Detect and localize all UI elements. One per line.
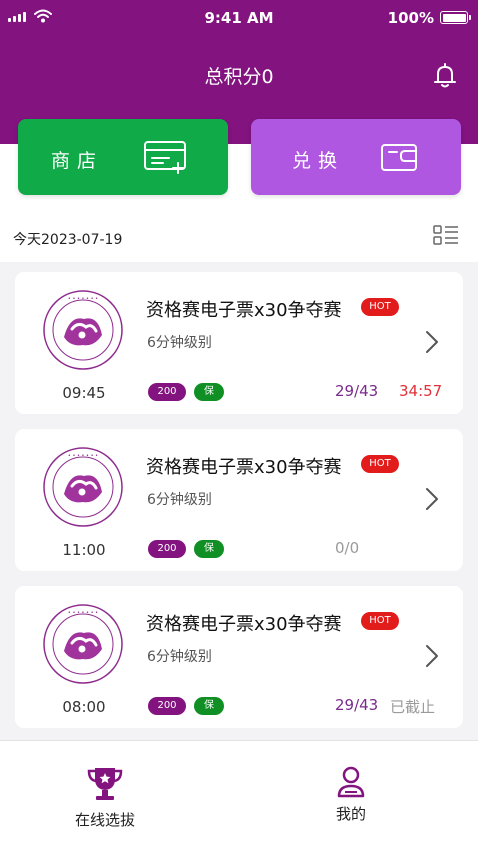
header: 总积分0 [0, 36, 478, 100]
chevron-right-icon [426, 331, 438, 353]
chevron-right-icon [426, 488, 438, 510]
level-label: 6分钟级别 [147, 335, 212, 351]
battery-icon [440, 11, 471, 24]
tab-bar: 在线选拔 我的 [0, 740, 478, 850]
exchange-button[interactable]: 兑换 [251, 119, 461, 195]
association-logo: • • • • • • • [43, 604, 123, 684]
action-tiles: 商店 兑换 [0, 100, 478, 212]
association-logo: • • • • • • • [43, 290, 123, 370]
date-label: 今天2023-07-19 [13, 232, 123, 248]
guarantee-tag: 保 [194, 383, 224, 401]
chevron-right-icon [426, 645, 438, 667]
hot-badge: HOT [361, 612, 399, 630]
start-time: 08:00 [62, 698, 106, 716]
list-view-icon[interactable] [433, 224, 459, 246]
tab-label: 在线选拔 [74, 811, 135, 829]
closed-status: 已截止 [390, 698, 436, 716]
svg-text:• • • • • • •: • • • • • • • [68, 296, 98, 302]
date-row: 今天2023-07-19 [0, 212, 478, 262]
level-label: 6分钟级别 [147, 649, 212, 665]
svg-text:• • • • • • •: • • • • • • • [68, 453, 98, 459]
entry-count: 29/43 [335, 696, 379, 714]
battery-percent: 100% [387, 9, 434, 27]
entry-count: 0/0 [335, 539, 360, 557]
exchange-label: 兑换 [292, 150, 345, 172]
points-tag: 200 [148, 383, 186, 401]
page-title: 总积分0 [204, 66, 274, 88]
status-bar: 9:41 AM 100% [0, 0, 478, 36]
tournament-title: 资格赛电子票x30争夺赛 [146, 457, 342, 478]
tournament-card[interactable]: • • • • • • • 09:45 资格赛电子票x30争夺赛 HOT 6分钟… [15, 272, 463, 414]
tournament-card[interactable]: • • • • • • • 08:00 资格赛电子票x30争夺赛 HOT 6分钟… [15, 586, 463, 728]
tab-label: 我的 [335, 805, 366, 823]
user-icon [337, 766, 365, 798]
tournament-title: 资格赛电子票x30争夺赛 [146, 614, 342, 635]
svg-text:• • • • • • •: • • • • • • • [68, 610, 98, 616]
entry-count: 29/43 [335, 382, 379, 400]
level-label: 6分钟级别 [147, 492, 212, 508]
countdown-timer: 34:57 [399, 382, 443, 400]
guarantee-tag: 保 [194, 697, 224, 715]
start-time: 11:00 [62, 541, 106, 559]
tab-mine[interactable]: 我的 [291, 765, 411, 835]
association-logo: • • • • • • • [43, 447, 123, 527]
hot-badge: HOT [361, 298, 399, 316]
tournament-title: 资格赛电子票x30争夺赛 [146, 300, 342, 321]
guarantee-tag: 保 [194, 540, 224, 558]
shop-button[interactable]: 商店 [18, 119, 228, 195]
shop-label: 商店 [51, 150, 104, 172]
points-tag: 200 [148, 540, 186, 558]
tournament-card[interactable]: • • • • • • • 11:00 资格赛电子票x30争夺赛 HOT 6分钟… [15, 429, 463, 571]
bell-icon[interactable] [430, 60, 460, 90]
trophy-icon [87, 768, 123, 800]
start-time: 09:45 [62, 384, 106, 402]
wallet-icon [381, 144, 417, 171]
card-add-icon [144, 141, 186, 174]
points-tag: 200 [148, 697, 186, 715]
tab-online-selection[interactable]: 在线选拔 [45, 765, 165, 835]
hot-badge: HOT [361, 455, 399, 473]
